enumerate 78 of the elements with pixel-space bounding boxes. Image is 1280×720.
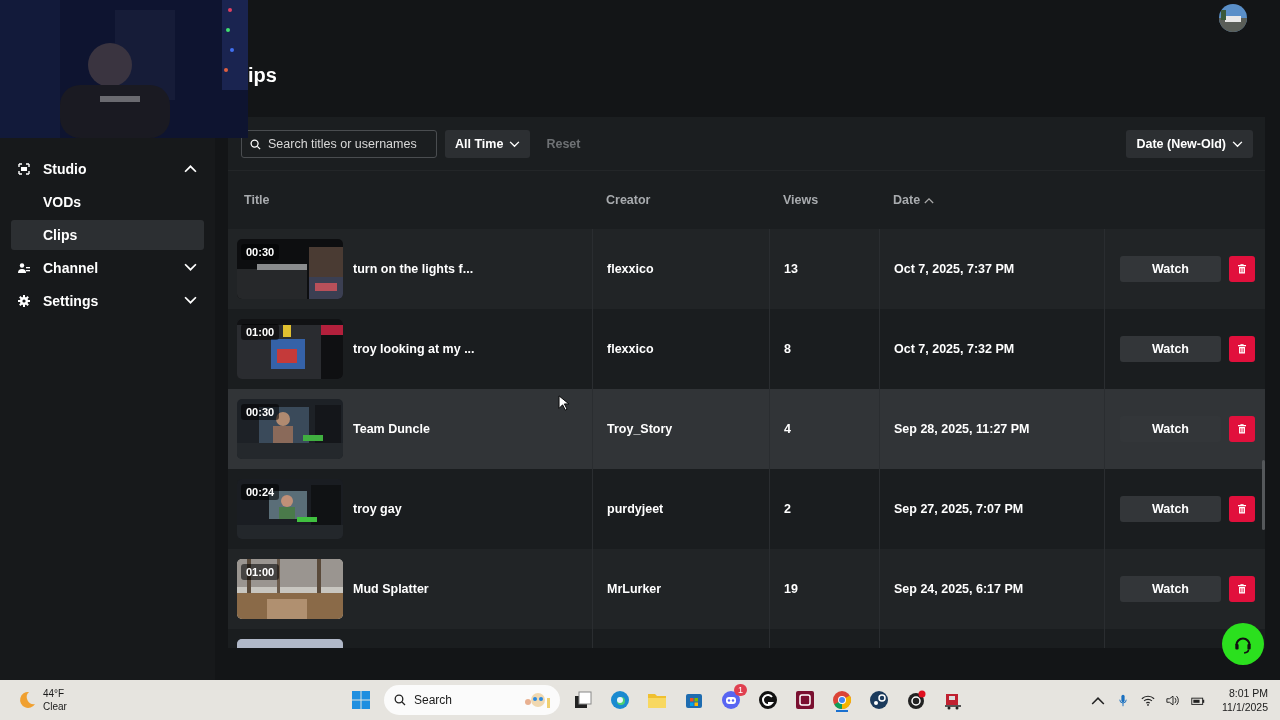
trash-icon — [1238, 344, 1246, 354]
trash-icon — [1238, 264, 1246, 274]
scrollbar[interactable] — [1262, 460, 1265, 530]
duration-badge: 01:00 — [241, 564, 280, 580]
recorder-icon[interactable] — [906, 690, 926, 710]
sort-dropdown[interactable]: Date (New-Old) — [1126, 130, 1253, 158]
cursor-icon — [558, 395, 569, 411]
delete-button[interactable] — [1229, 256, 1255, 282]
sidebar-item[interactable]: Settings — [11, 284, 204, 317]
duration-badge: 00:24 — [241, 484, 280, 500]
volume-icon[interactable] — [1166, 693, 1181, 707]
duration-badge: 00:30 — [241, 404, 280, 420]
taskbar-clock[interactable]: 8:01 PM 11/1/2025 — [1222, 686, 1268, 714]
studio-icon — [18, 162, 30, 175]
browser-icon[interactable] — [610, 690, 630, 710]
creator-name: MrLurker — [607, 582, 662, 596]
view-count: 2 — [784, 502, 791, 516]
creator-name: Troy_Story — [607, 422, 673, 436]
delete-button[interactable] — [1229, 576, 1255, 602]
creator-name: purdyjeet — [607, 502, 664, 516]
column-header[interactable]: Views — [783, 193, 819, 207]
chevron-down-icon — [1232, 140, 1243, 148]
people-icon — [18, 261, 30, 274]
watch-button[interactable]: Watch — [1120, 256, 1221, 282]
duration-badge: 00:30 — [241, 244, 280, 260]
clip-title: troy gay — [353, 502, 402, 516]
column-header[interactable]: Date — [893, 193, 921, 207]
clip-title: turn on the lights f... — [353, 262, 474, 276]
sidebar-item[interactable]: Studio — [11, 152, 204, 185]
chrome-icon[interactable] — [832, 690, 852, 710]
delete-button[interactable] — [1229, 416, 1255, 442]
search-field[interactable]: Search titles or usernames — [241, 130, 437, 158]
watch-button[interactable]: Watch — [1120, 496, 1221, 522]
clip-title: Team Duncle — [353, 422, 430, 436]
sidebar-subitem[interactable]: VODs — [11, 187, 204, 217]
duration-badge: 01:00 — [241, 324, 280, 340]
watch-button[interactable]: Watch — [1120, 336, 1221, 362]
watch-button[interactable]: Watch — [1120, 576, 1221, 602]
task-view-icon[interactable] — [573, 690, 593, 710]
app-icon[interactable] — [795, 690, 815, 710]
notification-badge: 1 — [734, 684, 747, 696]
clip-date: Sep 27, 2025, 7:07 PM — [894, 502, 1024, 516]
skull-icon — [522, 690, 552, 710]
search-icon — [250, 139, 261, 150]
column-header[interactable]: Creator — [606, 193, 651, 207]
clip-title: troy looking at my ... — [353, 342, 475, 356]
clip-date: Sep 24, 2025, 6:17 PM — [894, 582, 1024, 596]
clip-date: Oct 7, 2025, 7:32 PM — [894, 342, 1015, 356]
wifi-icon[interactable] — [1141, 693, 1156, 707]
view-count: 4 — [784, 422, 791, 436]
view-count: 8 — [784, 342, 791, 356]
weather-condition: Clear — [43, 700, 67, 713]
clip-date: Sep 28, 2025, 11:27 PM — [894, 422, 1030, 436]
temperature: 44°F — [43, 687, 66, 700]
support-button[interactable] — [1222, 623, 1264, 665]
page-title: ips — [248, 63, 277, 87]
column-header[interactable]: Title — [244, 193, 270, 207]
trash-icon — [1238, 504, 1246, 514]
taskbar-search[interactable]: Search — [384, 685, 560, 715]
delete-button[interactable] — [1229, 336, 1255, 362]
clip-title: Mud Splatter — [353, 582, 429, 596]
steam-icon[interactable] — [869, 690, 889, 710]
time-filter-dropdown[interactable]: All Time — [445, 130, 531, 158]
settings-icon — [18, 294, 30, 307]
view-count: 19 — [784, 582, 798, 596]
view-count: 13 — [784, 262, 798, 276]
search-icon — [394, 694, 406, 706]
sidebar-subitem[interactable]: Clips — [11, 220, 204, 250]
creator-name: flexxico — [607, 342, 654, 356]
trash-icon — [1238, 584, 1246, 594]
g-logo-icon[interactable] — [758, 690, 778, 710]
clip-date: Oct 7, 2025, 7:37 PM — [894, 262, 1015, 276]
sidebar-item[interactable]: Channel — [11, 251, 204, 284]
trash-icon — [1238, 424, 1246, 434]
windows-start-icon[interactable] — [351, 690, 371, 710]
creator-name: flexxico — [607, 262, 654, 276]
chevron-down-icon — [509, 140, 521, 148]
delete-button[interactable] — [1229, 496, 1255, 522]
